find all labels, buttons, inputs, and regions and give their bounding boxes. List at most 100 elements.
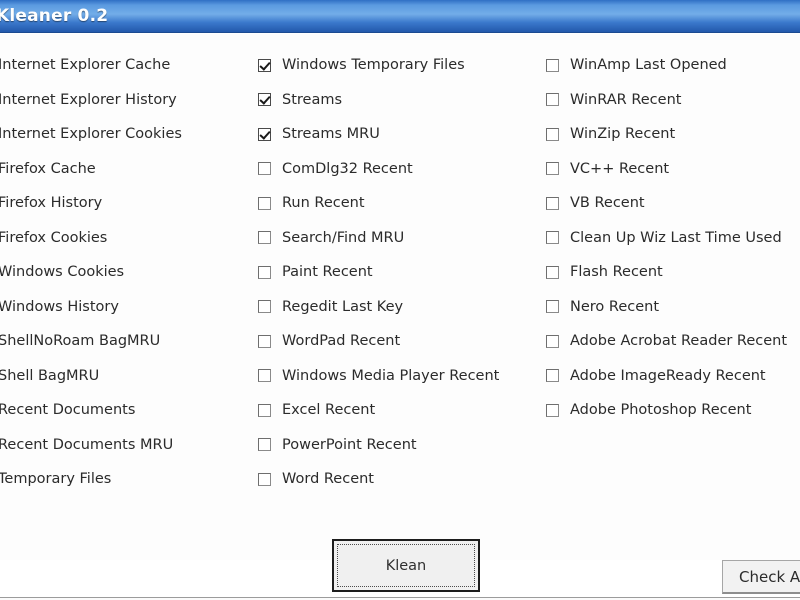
checkbox-checked-icon[interactable] <box>258 58 271 72</box>
checkbox-label: Windows Media Player Recent <box>282 367 500 384</box>
checkbox-row[interactable]: WinAmp Last Opened <box>546 48 800 83</box>
checkbox-unchecked-icon[interactable] <box>546 58 559 72</box>
checkbox-row[interactable]: Firefox History <box>0 186 244 221</box>
checkbox-label: WinRAR Recent <box>570 91 682 108</box>
checkbox-label: Regedit Last Key <box>282 298 404 315</box>
checkbox-label: Internet Explorer Cache <box>0 57 171 73</box>
checkbox-unchecked-icon[interactable] <box>546 334 559 348</box>
checkbox-label: Internet Explorer Cookies <box>0 126 182 142</box>
checkbox-row[interactable]: Word Recent <box>258 462 548 497</box>
checkbox-row[interactable]: WinRAR Recent <box>546 83 800 118</box>
checkbox-columns: Internet Explorer Cache Internet Explorer… <box>0 34 800 494</box>
checkbox-row[interactable]: Adobe ImageReady Recent <box>546 359 800 394</box>
checkbox-unchecked-icon[interactable] <box>546 403 559 417</box>
checkbox-row[interactable]: Windows Media Player Recent <box>258 359 548 394</box>
klean-button-label: Klean <box>385 557 427 574</box>
checkbox-unchecked-icon[interactable] <box>258 196 271 210</box>
checkbox-row[interactable]: Internet Explorer Cache <box>0 48 244 83</box>
checkbox-unchecked-icon[interactable] <box>546 300 559 314</box>
checkbox-label: Nero Recent <box>570 298 660 315</box>
checkbox-row[interactable]: Run Recent <box>258 186 548 221</box>
checkbox-unchecked-icon[interactable] <box>546 162 559 176</box>
check-all-button[interactable]: Check All <box>722 560 800 594</box>
checkbox-label: WinAmp Last Opened <box>570 57 727 73</box>
checkbox-label: Search/Find MRU <box>282 229 405 246</box>
checkbox-label: Recent Documents MRU <box>0 436 174 453</box>
checkbox-label: VC++ Recent <box>570 160 670 177</box>
checkbox-row[interactable]: Excel Recent <box>258 393 548 428</box>
checkbox-unchecked-icon[interactable] <box>258 162 271 176</box>
checkbox-label: Flash Recent <box>570 264 663 280</box>
checkbox-row[interactable]: Firefox Cache <box>0 152 244 187</box>
checkbox-label: Windows Temporary Files <box>282 57 465 73</box>
checkbox-label: VB Recent <box>570 195 645 211</box>
checkbox-label: Windows History <box>0 298 119 315</box>
checkbox-row[interactable]: Streams MRU <box>258 117 548 152</box>
checkbox-row[interactable]: PowerPoint Recent <box>258 428 548 463</box>
checkbox-label: Excel Recent <box>282 402 376 418</box>
checkbox-unchecked-icon[interactable] <box>258 300 271 314</box>
checkbox-row[interactable]: Nero Recent <box>546 290 800 325</box>
checkbox-row[interactable]: Internet Explorer History <box>0 83 244 118</box>
checkbox-column-left: Internet Explorer Cache Internet Explorer… <box>0 48 244 497</box>
checkbox-row[interactable]: VB Recent <box>546 186 800 221</box>
checkbox-row[interactable]: VC++ Recent <box>546 152 800 187</box>
checkbox-row[interactable]: ComDlg32 Recent <box>258 152 548 187</box>
check-all-button-label: Check All <box>739 567 800 586</box>
checkbox-unchecked-icon[interactable] <box>258 403 271 417</box>
checkbox-row[interactable]: Shell BagMRU <box>0 359 244 394</box>
checkbox-label: Paint Recent <box>282 264 373 280</box>
checkbox-unchecked-icon[interactable] <box>546 231 559 245</box>
checkbox-unchecked-icon[interactable] <box>546 369 559 383</box>
klean-button[interactable]: Klean <box>332 539 480 592</box>
checkbox-label: Streams <box>282 91 343 108</box>
checkbox-unchecked-icon[interactable] <box>258 438 271 452</box>
checkbox-label: Adobe Acrobat Reader Recent <box>570 333 788 349</box>
checkbox-row[interactable]: ShellNoRoam BagMRU <box>0 324 244 359</box>
checkbox-unchecked-icon[interactable] <box>546 196 559 210</box>
checkbox-unchecked-icon[interactable] <box>546 127 559 141</box>
checkbox-row[interactable]: Windows Cookies <box>0 255 244 290</box>
checkbox-row[interactable]: Clean Up Wiz Last Time Used <box>546 221 800 256</box>
checkbox-unchecked-icon[interactable] <box>258 231 271 245</box>
checkbox-label: WordPad Recent <box>282 333 401 349</box>
checkbox-unchecked-icon[interactable] <box>258 472 271 486</box>
checkbox-row[interactable]: Adobe Photoshop Recent <box>546 393 800 428</box>
checkbox-label: Adobe Photoshop Recent <box>570 402 752 418</box>
checkbox-row[interactable]: WinZip Recent <box>546 117 800 152</box>
checkbox-unchecked-icon[interactable] <box>258 369 271 383</box>
checkbox-checked-icon[interactable] <box>258 93 271 107</box>
window-title: Kleaner 0.2 <box>0 6 109 26</box>
checkbox-unchecked-icon[interactable] <box>258 265 271 279</box>
checkbox-label: Recent Documents <box>0 402 136 418</box>
checkbox-unchecked-icon[interactable] <box>546 265 559 279</box>
checkbox-row[interactable]: Windows Temporary Files <box>258 48 548 83</box>
checkbox-label: Windows Cookies <box>0 264 125 280</box>
checkbox-row[interactable]: Internet Explorer Cookies <box>0 117 244 152</box>
checkbox-label: WinZip Recent <box>570 126 676 142</box>
checkbox-label: ComDlg32 Recent <box>282 160 413 177</box>
checkbox-row[interactable]: Recent Documents <box>0 393 244 428</box>
checkbox-row[interactable]: Streams <box>258 83 548 118</box>
checkbox-row[interactable]: Recent Documents MRU <box>0 428 244 463</box>
checkbox-unchecked-icon[interactable] <box>546 93 559 107</box>
checkbox-label: Streams MRU <box>282 126 380 142</box>
checkbox-row[interactable]: Temporary Files <box>0 462 244 497</box>
checkbox-label: Temporary Files <box>0 471 112 487</box>
checkbox-row[interactable]: Flash Recent <box>546 255 800 290</box>
checkbox-row[interactable]: Adobe Acrobat Reader Recent <box>546 324 800 359</box>
checkbox-label: ShellNoRoam BagMRU <box>0 333 161 349</box>
checkbox-unchecked-icon[interactable] <box>258 334 271 348</box>
checkbox-row[interactable]: Firefox Cookies <box>0 221 244 256</box>
kleaner-window: Kleaner 0.2 Internet Explorer Cache Inter… <box>0 0 800 600</box>
checkbox-row[interactable]: Windows History <box>0 290 244 325</box>
checkbox-label: Word Recent <box>282 471 374 487</box>
checkbox-label: PowerPoint Recent <box>282 436 417 453</box>
checkbox-row[interactable]: WordPad Recent <box>258 324 548 359</box>
checkbox-label: Clean Up Wiz Last Time Used <box>570 229 782 246</box>
checkbox-row[interactable]: Paint Recent <box>258 255 548 290</box>
checkbox-row[interactable]: Regedit Last Key <box>258 290 548 325</box>
checkbox-row[interactable]: Search/Find MRU <box>258 221 548 256</box>
checkbox-checked-icon[interactable] <box>258 127 271 141</box>
checkbox-label: Firefox History <box>0 195 103 211</box>
